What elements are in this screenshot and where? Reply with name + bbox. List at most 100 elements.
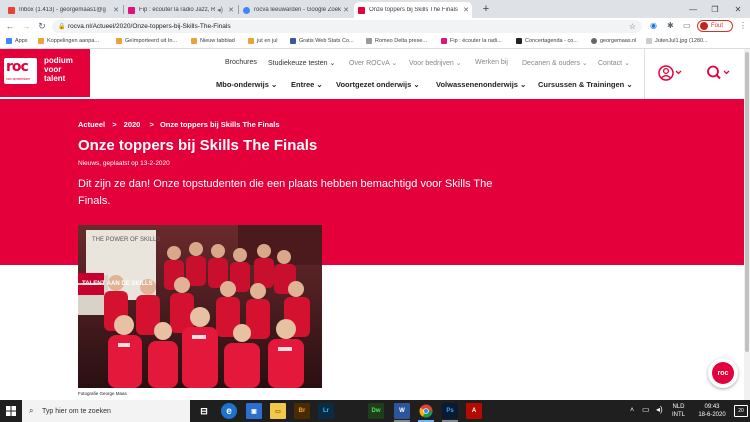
page-title: Onze toppers bij Skills The Finals	[78, 137, 318, 154]
browser-toolbar: ← → ↻ 🔒 rocva.nl/Actueel/2020/Onze-toppe…	[0, 18, 750, 35]
top-nav-decanen[interactable]: Decanen & ouders ⌄	[522, 59, 588, 67]
bookmark-item[interactable]: Fip : écouter la radi...	[441, 38, 502, 44]
extension-puzzle-icon[interactable]: ✱	[667, 21, 674, 30]
main-nav-cursussen[interactable]: Cursussen & Trainingen ⌄	[538, 80, 633, 89]
volume-icon[interactable]: ◂)	[656, 406, 663, 414]
page-icon	[366, 38, 372, 44]
bookmark-apps[interactable]: Apps	[6, 38, 28, 44]
breadcrumb-separator: >	[112, 120, 117, 129]
floating-roc-logo[interactable]: roc	[708, 358, 738, 388]
minimize-button[interactable]: —	[683, 0, 703, 18]
new-tab-button[interactable]: +	[476, 0, 496, 18]
close-tab-icon[interactable]: ✕	[462, 6, 470, 14]
main-nav-voortgezet[interactable]: Voortgezet onderwijs ⌄	[336, 80, 420, 89]
windows-taskbar: ⌕ Typ hier om te zoeken ⊟ e ▣ ▭ Br Lr Dw…	[0, 400, 750, 422]
gmail-icon	[8, 6, 15, 14]
file-explorer-icon[interactable]: ▭	[270, 403, 286, 419]
bookmark-item[interactable]: Romeo Delta prese...	[366, 38, 427, 44]
bookmark-item[interactable]: jut en jul	[248, 38, 278, 44]
notification-center-icon[interactable]: 20	[734, 405, 748, 417]
top-nav-brochures[interactable]: Brochures	[225, 59, 257, 66]
svg-text:THE POWER OF SKILLS: THE POWER OF SKILLS	[92, 237, 160, 243]
edge-icon[interactable]: e	[221, 403, 237, 419]
speaker-icon[interactable]: ◂)	[215, 6, 225, 14]
windows-start-icon[interactable]	[0, 400, 22, 422]
rocva-icon	[358, 6, 365, 14]
bookmark-item[interactable]: JutenJul1.jpg (1280...	[646, 38, 708, 44]
page-icon	[516, 38, 522, 44]
profile-button[interactable]: Fout	[697, 20, 733, 32]
bookmark-star-icon[interactable]: ☆	[629, 22, 636, 31]
chrome-icon[interactable]	[418, 403, 434, 419]
dreamweaver-icon[interactable]: Dw	[368, 403, 384, 419]
bookmark-item[interactable]: Concertagenda - co...	[516, 38, 578, 44]
bookmark-item[interactable]: Geïmporteerd uit In...	[116, 38, 177, 44]
image-icon	[646, 38, 652, 44]
fip-icon	[441, 38, 447, 44]
article-lead: Dit zijn ze dan! Onze topstudenten die e…	[78, 178, 493, 207]
site-header: roc van amsterdam podium voor talent Bro…	[0, 49, 750, 99]
tab-gmail[interactable]: Inbox (1.413) - georgemaas1@g ✕	[4, 2, 122, 18]
forward-arrow-icon[interactable]: →	[20, 21, 32, 31]
tab-google[interactable]: rocva leeuwarden - Google Zoek ✕	[239, 2, 352, 18]
top-nav-studiekeuze[interactable]: Studiekeuze testen ⌄	[268, 59, 335, 67]
tab-fip[interactable]: Fip : écouter la radio Jazz, Ro ◂) ✕	[124, 2, 237, 18]
maximize-button[interactable]: ❐	[705, 0, 725, 18]
apps-grid-icon	[6, 38, 12, 44]
address-bar[interactable]: 🔒 rocva.nl/Actueel/2020/Onze-toppers-bij…	[52, 20, 642, 33]
browser-tab-strip: Inbox (1.413) - georgemaas1@g ✕ Fip : éc…	[0, 0, 750, 18]
bookmark-item[interactable]: georgemaas.nl	[591, 38, 636, 44]
breadcrumb-2020[interactable]: 2020	[124, 120, 141, 129]
back-arrow-icon[interactable]: ←	[4, 21, 16, 31]
google-icon	[243, 6, 250, 14]
reload-icon[interactable]: ↻	[36, 21, 48, 32]
top-nav-over-rocva[interactable]: Over ROCvA ⌄	[349, 59, 397, 67]
lightroom-icon[interactable]: Lr	[318, 403, 334, 419]
close-window-button[interactable]: ✕	[728, 0, 748, 18]
top-nav-contact[interactable]: Contact ⌄	[598, 59, 630, 67]
clock[interactable]: 09:43 18-6-2020	[692, 403, 732, 419]
bookmark-item[interactable]: Nieuw tabblad	[191, 38, 235, 44]
close-tab-icon[interactable]: ✕	[112, 6, 120, 14]
breadcrumb-separator: >	[149, 120, 154, 129]
folder-icon	[191, 38, 197, 44]
acrobat-icon[interactable]: A	[466, 403, 482, 419]
bookmark-item[interactable]: Koppelingen aanpa...	[38, 38, 99, 44]
menu-dots-icon[interactable]: ⋮	[739, 21, 747, 30]
extension-icon[interactable]: ◉	[650, 21, 657, 30]
main-nav-mbo[interactable]: Mbo-onderwijs ⌄	[216, 80, 277, 89]
folder-icon	[248, 38, 254, 44]
cast-icon[interactable]: ▭	[683, 21, 691, 30]
article-photo: THE POWER OF SKILLS TALENT AAN DE SKILLS	[78, 225, 322, 388]
breadcrumb-current: Onze toppers bij Skills The Finals	[159, 120, 280, 129]
task-view-icon[interactable]: ⊟	[196, 403, 212, 419]
breadcrumb: Actueel > 2020 > Onze toppers bij Skills…	[78, 120, 280, 129]
top-nav-voor-bedrijven[interactable]: Voor bedrijven ⌄	[409, 59, 462, 67]
user-account-icon[interactable]	[658, 65, 682, 84]
main-nav-volwassenen[interactable]: Volwassenenonderwijs ⌄	[436, 80, 526, 89]
top-nav-werken-bij[interactable]: Werken bij	[475, 59, 508, 66]
fip-icon	[128, 6, 135, 14]
tray-chevron-icon[interactable]: ˄	[630, 407, 634, 415]
group-photo-illustration: THE POWER OF SKILLS TALENT AAN DE SKILLS	[78, 225, 322, 388]
word-icon[interactable]: W	[394, 403, 410, 419]
taskbar-search-input[interactable]: ⌕ Typ hier om te zoeken	[22, 400, 190, 422]
close-tab-icon[interactable]: ✕	[227, 6, 235, 14]
main-nav-entree[interactable]: Entree ⌄	[291, 80, 323, 89]
site-logo[interactable]: roc van amsterdam podium voor talent	[0, 49, 90, 97]
input-language[interactable]: NLD INTL	[672, 403, 685, 419]
scrollbar-thumb[interactable]	[745, 52, 749, 352]
breadcrumb-actueel[interactable]: Actueel	[78, 120, 105, 129]
tab-rocva-active[interactable]: Onze toppers bij Skills The Finals ✕	[354, 2, 472, 18]
bookmark-item[interactable]: Gratis Web Stats Co...	[290, 38, 354, 44]
bookmarks-bar: Apps Koppelingen aanpa... Geïmporteerd u…	[0, 35, 750, 49]
network-icon[interactable]: ▭	[642, 406, 650, 414]
web-stats-icon	[290, 38, 296, 44]
search-icon[interactable]	[706, 65, 730, 84]
lock-icon[interactable]: 🔒	[58, 23, 65, 30]
folder-icon	[38, 38, 44, 44]
close-tab-icon[interactable]: ✕	[342, 6, 350, 14]
bridge-icon[interactable]: Br	[294, 403, 310, 419]
photoshop-icon[interactable]: Ps	[442, 403, 458, 419]
store-icon[interactable]: ▣	[246, 403, 262, 419]
